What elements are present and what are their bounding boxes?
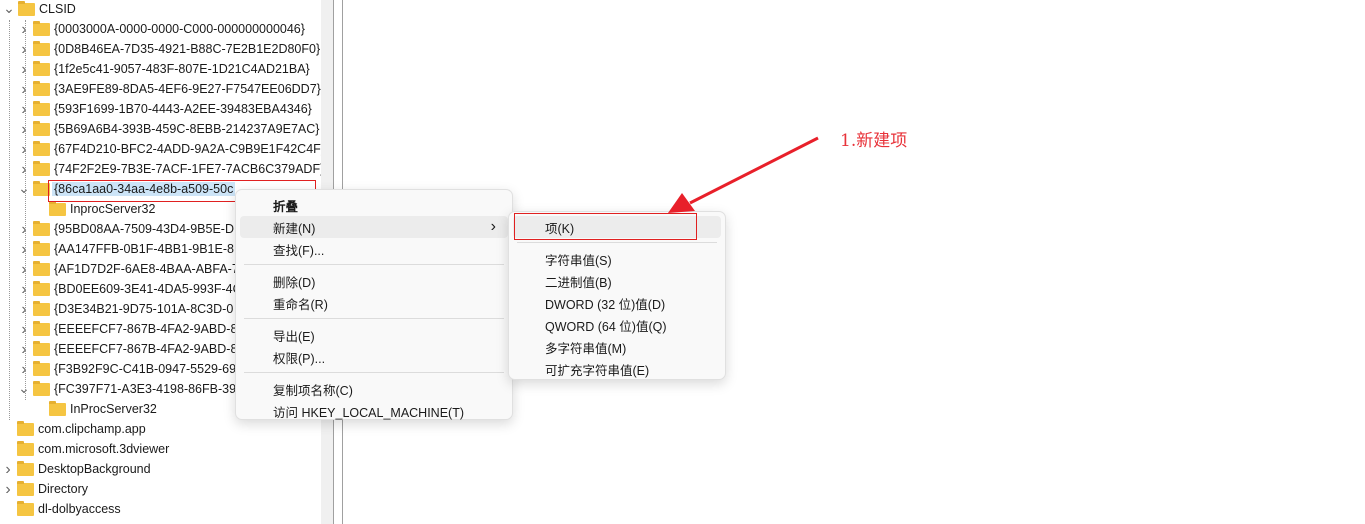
annotation-text: 1.新建项 xyxy=(840,131,908,151)
arrow-shaft xyxy=(689,136,819,205)
annotation-arrow xyxy=(668,136,819,213)
